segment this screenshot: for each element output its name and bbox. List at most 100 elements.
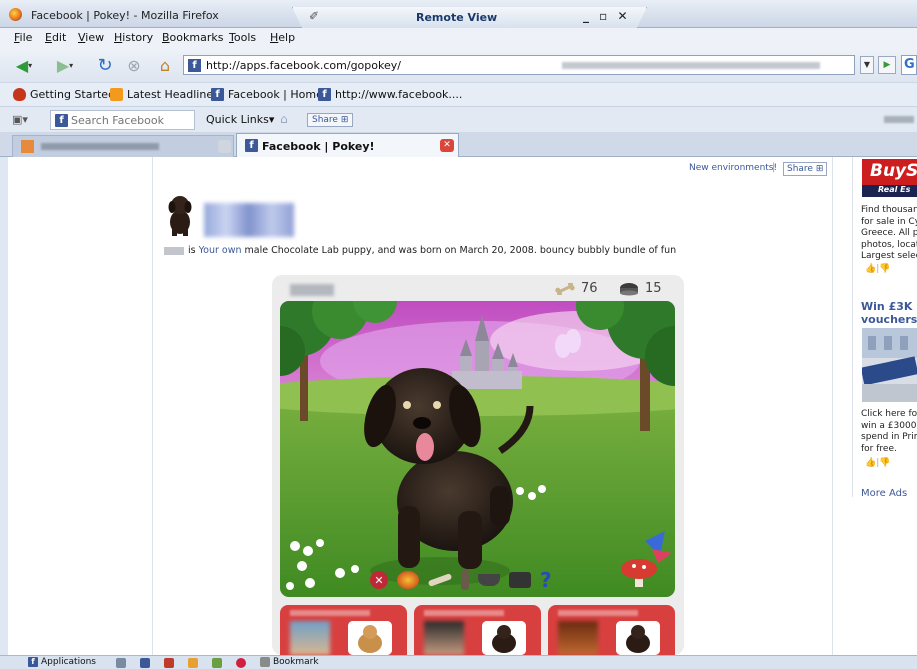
tray-icon[interactable]: [116, 658, 126, 668]
menu-file[interactable]: File: [14, 31, 32, 44]
help-icon[interactable]: ?: [540, 568, 552, 592]
friend-pet-thumbnail: [348, 621, 392, 655]
ad-image-primark[interactable]: [862, 328, 917, 402]
ad-banner-buy[interactable]: BuyS Real Es: [862, 159, 917, 197]
redacted-pet-label: [290, 284, 334, 296]
food-bowl-icon: [620, 282, 638, 295]
menu-help[interactable]: Help: [270, 31, 295, 44]
menu-tools[interactable]: Tools: [229, 31, 256, 44]
pin-icon[interactable]: ✐: [309, 9, 319, 23]
stop-icon[interactable]: ⊗: [123, 54, 145, 76]
separator: |: [772, 162, 776, 173]
facebook-icon: f: [245, 139, 258, 152]
facebook-icon: f: [55, 114, 68, 127]
bookmark-status-item[interactable]: Bookmark: [260, 657, 319, 667]
tab-close-icon[interactable]: [218, 140, 231, 153]
your-own-link[interactable]: Your own: [199, 245, 242, 256]
ad-text-buy[interactable]: Find thousan for sale in Cy Greece. All …: [861, 205, 917, 263]
facebook-search-input[interactable]: [71, 113, 191, 127]
bookmarks-toolbar: Getting Started Latest Headlines f Faceb…: [0, 82, 917, 106]
status-bar: f Applications Bookmark: [0, 655, 917, 669]
navigation-toolbar: ◀ ▾ ▶ ▾ ↻ ⊗ ⌂ f http://apps.facebook.com/g…: [0, 48, 917, 82]
facebook-search-box[interactable]: f: [50, 110, 195, 130]
menu-view[interactable]: View: [78, 31, 104, 44]
address-url[interactable]: http://apps.facebook.com/gopokey/: [206, 59, 401, 72]
friend-photo: [424, 621, 464, 655]
toolbar-share-button[interactable]: Share ⊞: [307, 113, 354, 127]
puppy-avatar: [168, 196, 192, 236]
tab-close-icon[interactable]: ✕: [440, 139, 454, 152]
more-ads-link[interactable]: More Ads: [861, 488, 907, 499]
tray-icon[interactable]: [212, 658, 222, 668]
back-button[interactable]: ◀ ▾: [9, 54, 39, 76]
redacted-user: [884, 116, 914, 123]
bone-tool-icon[interactable]: [427, 573, 453, 587]
friend-pet-thumbnail: [616, 621, 660, 655]
window-title: Facebook | Pokey! - Mozilla Firefox: [31, 9, 219, 22]
facebook-icon: f: [318, 88, 331, 101]
remote-window-controls[interactable]: _ ▫ ✕: [583, 9, 631, 23]
share-button[interactable]: Share ⊞: [783, 162, 828, 176]
tab-blurred[interactable]: [12, 135, 234, 157]
bowls-counter: 15: [618, 281, 662, 296]
reload-icon[interactable]: ↻: [93, 54, 117, 76]
tab-strip: f Facebook | Pokey! ✕: [0, 132, 917, 158]
new-environments-link[interactable]: New environments!: [689, 163, 777, 173]
firefox-icon: [9, 8, 22, 21]
pet-action-toolbar: ✕ ?: [370, 568, 552, 592]
close-circle-icon[interactable]: ✕: [370, 571, 388, 589]
tab-facebook-pokey[interactable]: f Facebook | Pokey! ✕: [236, 133, 459, 158]
menu-bar: File Edit View History Bookmarks Tools H…: [0, 28, 917, 48]
camera-icon[interactable]: [509, 572, 531, 588]
ad-text-win[interactable]: Click here for win a £3000 spend in Prim…: [861, 409, 917, 455]
bookmark-icon: [260, 657, 270, 667]
remote-view-label: Remote View: [416, 11, 498, 24]
getting-started-icon: [13, 88, 26, 101]
rss-icon: [110, 88, 123, 101]
ad-rating-icons[interactable]: 👍|👎: [865, 458, 890, 468]
forward-button[interactable]: ▶ ▾: [50, 54, 80, 76]
site-favicon-icon: f: [188, 59, 201, 72]
bookmark-facebook-home[interactable]: f Facebook | Home: [211, 88, 323, 101]
food-bowl-tool-icon[interactable]: [478, 574, 500, 586]
brush-icon[interactable]: [461, 570, 469, 590]
bookmark-latest-headlines[interactable]: Latest Headlines: [110, 88, 219, 101]
menu-edit[interactable]: Edit: [45, 31, 66, 44]
friend-card[interactable]: [414, 605, 541, 655]
toolbar-menu-icon[interactable]: ▣▾: [12, 113, 32, 127]
facebook-home-icon[interactable]: ⌂: [280, 112, 288, 126]
go-button[interactable]: ▶: [878, 56, 896, 74]
menu-bookmarks[interactable]: Bookmarks: [162, 31, 223, 44]
applications-menu[interactable]: f Applications: [28, 657, 96, 667]
friend-photo: [558, 621, 598, 655]
pet-scene[interactable]: ✕ ?: [280, 301, 675, 597]
bones-counter: 76: [554, 281, 598, 296]
bone-icon: [555, 282, 575, 295]
facebook-icon: f: [28, 657, 38, 667]
facebook-icon: f: [211, 88, 224, 101]
ad-rating-icons[interactable]: 👍|👎: [865, 264, 890, 274]
friends-icon[interactable]: [140, 658, 150, 668]
tray-icon[interactable]: [188, 658, 198, 668]
home-icon[interactable]: ⌂: [153, 54, 177, 76]
address-bar[interactable]: f http://apps.facebook.com/gopokey/: [183, 55, 855, 75]
calendar-icon[interactable]: [164, 658, 174, 668]
window-titlebar: Facebook | Pokey! - Mozilla Firefox ✐ Re…: [0, 0, 917, 29]
friend-pet-thumbnail: [482, 621, 526, 655]
redacted-pet-name: [204, 203, 294, 237]
tab-label: Facebook | Pokey!: [262, 140, 375, 153]
search-engine-box[interactable]: G: [901, 55, 917, 75]
ball-icon[interactable]: [397, 571, 419, 589]
tray-icon[interactable]: [236, 658, 246, 668]
menu-history[interactable]: History: [114, 31, 153, 44]
url-history-dropdown[interactable]: ▼: [860, 56, 874, 74]
tab-favicon-icon: [21, 140, 34, 153]
remote-view-bar[interactable]: ✐ Remote View _ ▫ ✕: [292, 7, 647, 29]
bookmark-facebook-url[interactable]: f http://www.facebook....: [318, 88, 462, 101]
bookmark-getting-started[interactable]: Getting Started: [13, 88, 115, 101]
quick-links-menu[interactable]: Quick Links▾: [206, 113, 274, 126]
ad-title-win[interactable]: Win £3K P vouchers: [861, 300, 917, 326]
friend-card[interactable]: [548, 605, 675, 655]
pet-description: is Your own male Chocolate Lab puppy, an…: [164, 245, 676, 256]
friend-card[interactable]: [280, 605, 407, 655]
